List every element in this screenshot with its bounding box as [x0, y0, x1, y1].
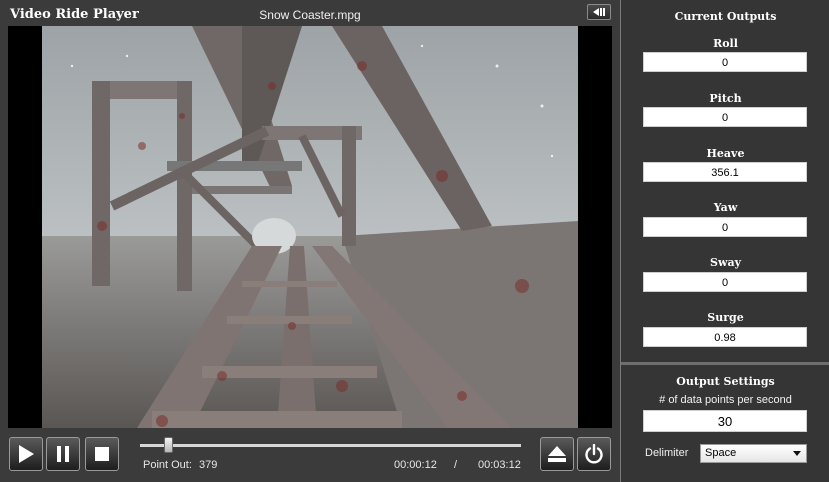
time-separator: / [454, 459, 458, 471]
play-button[interactable] [9, 437, 43, 471]
current-time: 00:00:12 [394, 459, 437, 471]
heave-value: 356.1 [643, 162, 807, 182]
sway-value: 0 [643, 272, 807, 292]
delimiter-select[interactable]: Space [700, 444, 807, 463]
eject-button[interactable] [540, 437, 574, 471]
data-rate-label: # of data points per second [659, 394, 792, 406]
point-out-label: Point Out: [143, 459, 192, 471]
heave-label: Heave [706, 147, 745, 160]
surge-value: 0.98 [643, 327, 807, 347]
yaw-value: 0 [643, 217, 807, 237]
stop-button[interactable] [85, 437, 119, 471]
data-rate-input[interactable]: 30 [643, 410, 807, 432]
delimiter-label: Delimiter [645, 447, 689, 459]
surge-label: Surge [707, 311, 744, 324]
seek-thumb[interactable] [164, 437, 173, 453]
video-frame[interactable] [8, 26, 612, 428]
pitch-label: Pitch [709, 92, 742, 105]
output-settings-title: Output Settings [676, 375, 775, 388]
power-icon [585, 444, 603, 464]
eject-icon [548, 446, 566, 462]
play-icon [19, 445, 34, 463]
collapse-panel-icon [593, 8, 605, 16]
roll-label: Roll [713, 37, 738, 50]
total-time: 00:03:12 [478, 459, 521, 471]
yaw-label: Yaw [713, 201, 738, 214]
power-button[interactable] [577, 437, 611, 471]
panel-divider [621, 362, 829, 365]
app-title: Video Ride Player [10, 7, 139, 22]
roll-value: 0 [643, 52, 807, 72]
video-scene [42, 26, 578, 428]
current-outputs-title: Current Outputs [674, 10, 777, 23]
pause-button[interactable] [46, 437, 80, 471]
pause-icon [57, 446, 69, 462]
chevron-down-icon [793, 451, 801, 456]
seek-track[interactable] [140, 444, 521, 447]
point-out-value: 379 [199, 459, 218, 471]
delimiter-selected-value: Space [705, 447, 737, 459]
stop-icon [95, 447, 109, 461]
sway-label: Sway [710, 256, 741, 269]
file-name: Snow Coaster.mpg [259, 8, 361, 22]
pitch-value: 0 [643, 107, 807, 127]
collapse-panel-button[interactable] [587, 4, 611, 20]
right-panel: Current Outputs Roll 0 Pitch 0 Heave 356… [620, 0, 829, 482]
